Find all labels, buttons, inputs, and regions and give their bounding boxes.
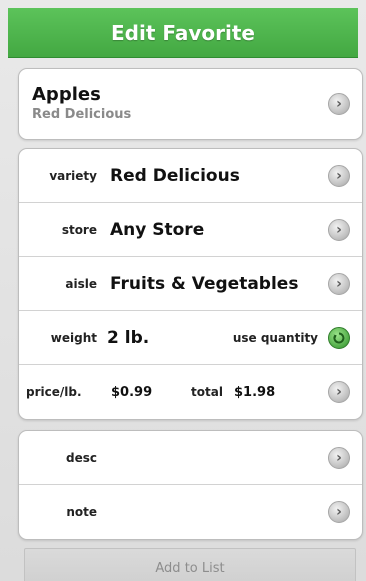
note-label: note [66, 505, 97, 519]
price-value: $0.99 [111, 384, 153, 400]
chevron-right-icon[interactable]: › [328, 446, 350, 469]
weight-value: 2 lb. [107, 327, 150, 348]
weight-label: weight [50, 330, 97, 345]
store-value: Any Store [110, 219, 205, 240]
details-card: variety Red Delicious › store Any Store … [18, 148, 363, 420]
desc-label: desc [66, 450, 97, 465]
item-subtitle: Red Delicious [32, 107, 132, 122]
item-card: Apples Red Delicious › [18, 68, 363, 140]
price-row[interactable]: price/lb. $0.99 total $1.98 › [19, 365, 362, 419]
variety-row[interactable]: variety Red Delicious › [19, 149, 362, 203]
total-value: $1.98 [234, 384, 276, 400]
aisle-label: aisle [65, 276, 97, 291]
page-title: Edit Favorite [111, 20, 255, 45]
title-bar: Edit Favorite [8, 8, 358, 58]
store-row[interactable]: store Any Store › [19, 203, 362, 257]
chevron-right-icon[interactable]: › [328, 501, 350, 523]
weight-row[interactable]: weight 2 lb. use quantity [19, 311, 362, 365]
quantity-toggle-icon[interactable] [328, 326, 350, 349]
chevron-right-icon[interactable]: › [328, 381, 350, 403]
note-row[interactable]: note › [19, 485, 362, 539]
chevron-right-icon[interactable]: › [328, 93, 350, 115]
item-name: Apples [32, 84, 101, 105]
desc-row[interactable]: desc › [19, 431, 362, 485]
aisle-row[interactable]: aisle Fruits & Vegetables › [19, 257, 362, 311]
use-quantity-label: use quantity [232, 330, 318, 345]
chevron-right-icon[interactable]: › [328, 272, 350, 295]
notes-card: desc › note › [18, 430, 363, 540]
aisle-value: Fruits & Vegetables [110, 273, 299, 294]
store-label: store [61, 222, 97, 237]
chevron-right-icon[interactable]: › [328, 218, 350, 241]
price-label: price/lb. [26, 385, 82, 399]
chevron-right-icon[interactable]: › [328, 164, 350, 187]
add-to-list-button[interactable]: Add to List [24, 548, 356, 581]
variety-value: Red Delicious [110, 165, 240, 186]
item-row[interactable]: Apples Red Delicious › [19, 69, 362, 139]
total-label: total [191, 385, 223, 399]
add-to-list-label: Add to List [155, 560, 225, 576]
variety-label: variety [49, 168, 97, 183]
